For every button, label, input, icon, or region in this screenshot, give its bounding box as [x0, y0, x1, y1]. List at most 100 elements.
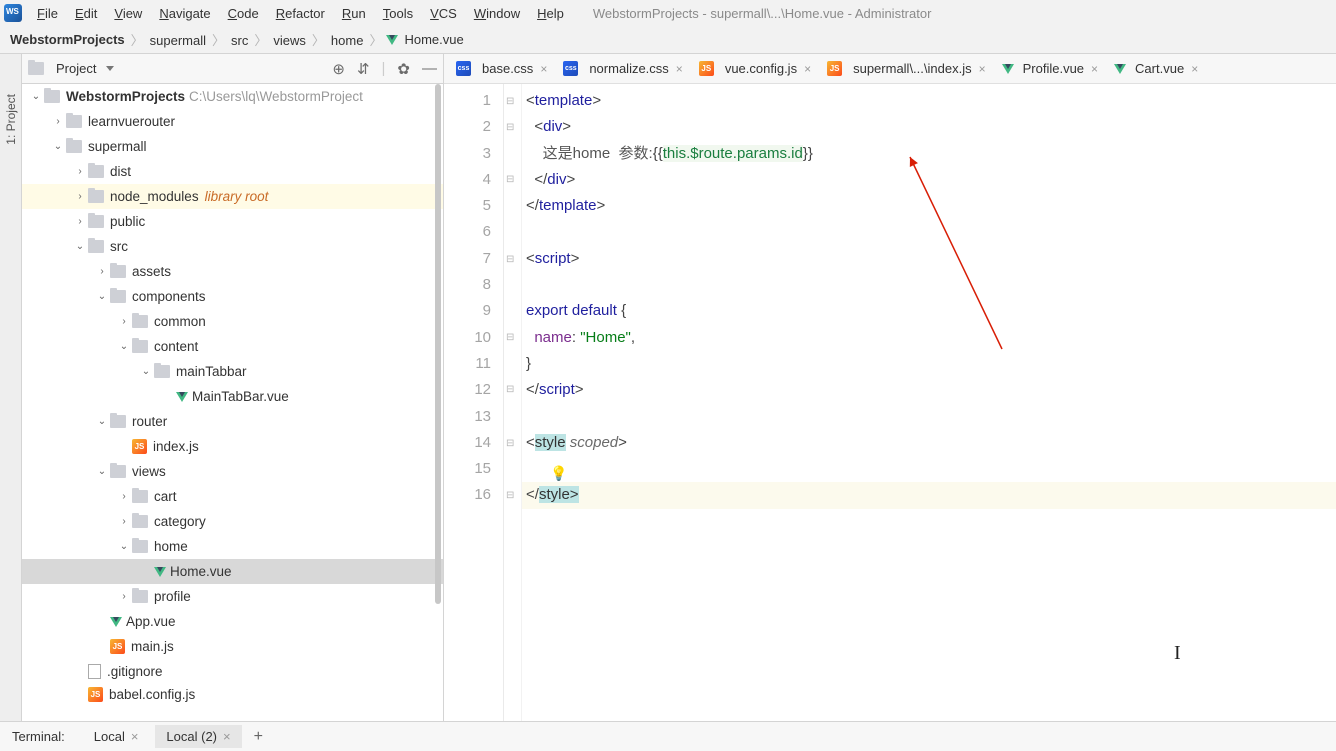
breadcrumb-segment[interactable]: home: [329, 33, 366, 48]
expand-icon[interactable]: [94, 466, 110, 477]
tree-root[interactable]: WebstormProjects C:\Users\lq\WebstormPro…: [22, 84, 443, 109]
intention-bulb-icon[interactable]: 💡: [550, 460, 567, 486]
tree-item[interactable]: views: [22, 459, 443, 484]
project-tool-tab[interactable]: 1: Project: [4, 94, 18, 145]
tree-item[interactable]: JSbabel.config.js: [22, 684, 443, 704]
collapse-icon[interactable]: ⇵: [357, 60, 370, 78]
file-icon: [88, 664, 101, 679]
expand-icon[interactable]: [72, 216, 88, 227]
editor-tabs: cssbase.css×cssnormalize.css×JSvue.confi…: [444, 54, 1336, 84]
vue-icon: [176, 392, 188, 402]
folder-icon: [66, 140, 82, 153]
project-view-title[interactable]: Project: [56, 61, 96, 76]
tree-item[interactable]: MainTabBar.vue: [22, 384, 443, 409]
tree-item[interactable]: node_moduleslibrary root: [22, 184, 443, 209]
menu-tools[interactable]: Tools: [375, 4, 421, 23]
breadcrumb-segment[interactable]: src: [229, 33, 250, 48]
breadcrumb-file[interactable]: Home.vue: [402, 32, 465, 47]
tree-scrollbar[interactable]: [433, 84, 443, 721]
breadcrumb-segment[interactable]: supermall: [148, 33, 208, 48]
tree-item[interactable]: learnvuerouter: [22, 109, 443, 134]
menu-vcs[interactable]: VCS: [422, 4, 465, 23]
tree-item[interactable]: cart: [22, 484, 443, 509]
project-tree[interactable]: WebstormProjects C:\Users\lq\WebstormPro…: [22, 84, 443, 721]
close-icon[interactable]: ×: [131, 729, 139, 744]
expand-icon[interactable]: [50, 141, 66, 152]
tree-item[interactable]: Home.vue: [22, 559, 443, 584]
gear-icon[interactable]: ✿: [397, 60, 410, 78]
expand-icon[interactable]: [28, 91, 44, 102]
js-icon: JS: [132, 439, 147, 454]
editor-tab[interactable]: Cart.vue×: [1106, 54, 1206, 83]
expand-icon[interactable]: [116, 491, 132, 502]
close-icon[interactable]: ×: [804, 62, 811, 76]
folder-icon: [154, 365, 170, 378]
terminal-tab[interactable]: Local (2)×: [155, 725, 241, 748]
expand-icon[interactable]: [72, 191, 88, 202]
editor-tab[interactable]: JSsupermall\...\index.js×: [819, 54, 994, 83]
tree-item[interactable]: public: [22, 209, 443, 234]
tree-item[interactable]: supermall: [22, 134, 443, 159]
menu-view[interactable]: View: [106, 4, 150, 23]
expand-icon[interactable]: [116, 591, 132, 602]
expand-icon[interactable]: [138, 366, 154, 377]
expand-icon[interactable]: [72, 241, 88, 252]
expand-icon[interactable]: [116, 516, 132, 527]
menu-navigate[interactable]: Navigate: [151, 4, 218, 23]
editor-tab[interactable]: cssnormalize.css×: [555, 54, 690, 83]
breadcrumb-root[interactable]: WebstormProjects: [8, 32, 127, 47]
tree-item[interactable]: category: [22, 509, 443, 534]
tree-item[interactable]: App.vue: [22, 609, 443, 634]
tree-item[interactable]: profile: [22, 584, 443, 609]
close-icon[interactable]: ×: [1091, 62, 1098, 76]
hide-icon[interactable]: —: [422, 60, 437, 77]
tree-item[interactable]: dist: [22, 159, 443, 184]
close-icon[interactable]: ×: [540, 62, 547, 76]
chevron-down-icon[interactable]: [106, 66, 114, 71]
close-icon[interactable]: ×: [676, 62, 683, 76]
tree-item[interactable]: JSmain.js: [22, 634, 443, 659]
terminal-tab[interactable]: Local×: [83, 725, 150, 748]
menu-refactor[interactable]: Refactor: [268, 4, 333, 23]
line-number: 15: [444, 456, 491, 482]
expand-icon[interactable]: [94, 291, 110, 302]
menu-window[interactable]: Window: [466, 4, 528, 23]
tree-item[interactable]: assets: [22, 259, 443, 284]
editor-tab[interactable]: Profile.vue×: [994, 54, 1106, 83]
line-gutter: 12345678910111213141516: [444, 84, 504, 721]
expand-icon[interactable]: [116, 541, 132, 552]
expand-icon[interactable]: [116, 341, 132, 352]
editor-tab[interactable]: cssbase.css×: [448, 54, 555, 83]
code-content[interactable]: <template> <div> 这是home 参数:{{this.$route…: [522, 84, 1336, 721]
expand-icon[interactable]: [116, 316, 132, 327]
expand-icon[interactable]: [94, 416, 110, 427]
menu-run[interactable]: Run: [334, 4, 374, 23]
tree-item[interactable]: src: [22, 234, 443, 259]
expand-icon[interactable]: [72, 166, 88, 177]
scrollbar-thumb[interactable]: [435, 84, 441, 604]
expand-icon[interactable]: [94, 266, 110, 277]
tree-item[interactable]: common: [22, 309, 443, 334]
tree-item[interactable]: home: [22, 534, 443, 559]
js-icon: JS: [88, 687, 103, 702]
close-icon[interactable]: ×: [979, 62, 986, 76]
tree-item[interactable]: router: [22, 409, 443, 434]
tree-item[interactable]: components: [22, 284, 443, 309]
tree-item[interactable]: JSindex.js: [22, 434, 443, 459]
breadcrumb-segment[interactable]: views: [271, 33, 308, 48]
code-area[interactable]: 12345678910111213141516 ⊟ ⊟ ⊟ ⊟ ⊟ ⊟ ⊟ ⊟ …: [444, 84, 1336, 721]
tree-item[interactable]: .gitignore: [22, 659, 443, 684]
menu-edit[interactable]: Edit: [67, 4, 105, 23]
editor-tab[interactable]: JSvue.config.js×: [691, 54, 819, 83]
tree-item[interactable]: mainTabbar: [22, 359, 443, 384]
menu-file[interactable]: File: [29, 4, 66, 23]
menu-code[interactable]: Code: [220, 4, 267, 23]
tree-item[interactable]: content: [22, 334, 443, 359]
expand-icon[interactable]: [50, 116, 66, 127]
close-icon[interactable]: ×: [1191, 62, 1198, 76]
close-icon[interactable]: ×: [223, 729, 231, 744]
locate-icon[interactable]: ⊕: [332, 60, 345, 78]
text-cursor-icon: I: [1174, 640, 1181, 666]
add-terminal-button[interactable]: +: [254, 728, 263, 746]
menu-help[interactable]: Help: [529, 4, 572, 23]
